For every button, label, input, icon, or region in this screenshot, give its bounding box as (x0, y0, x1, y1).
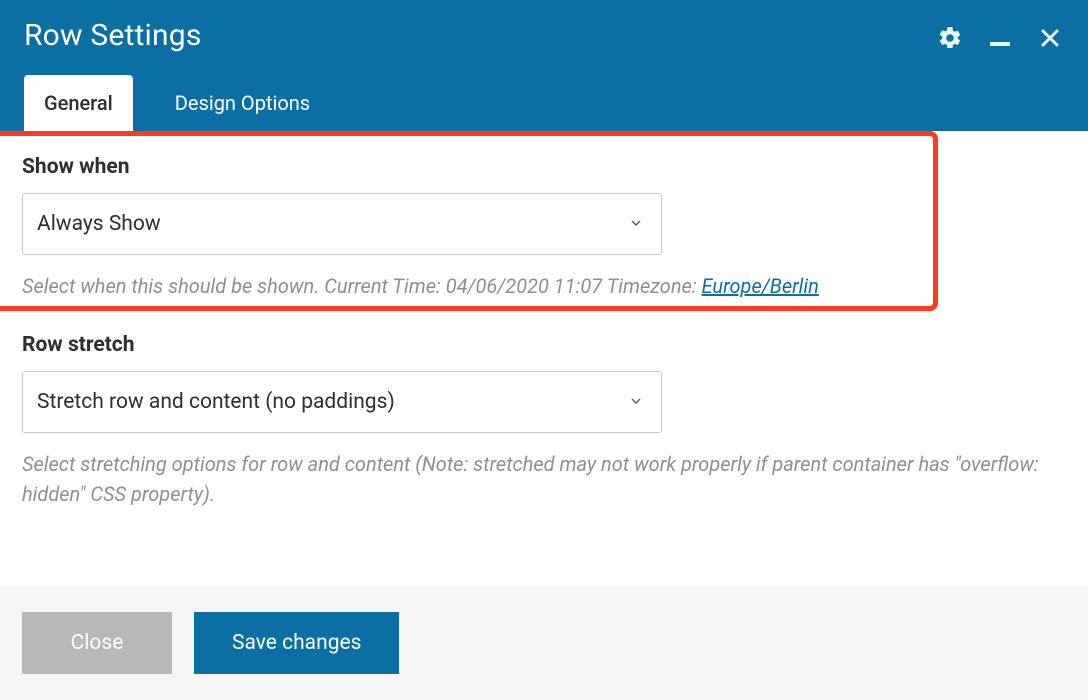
row-settings-panel: Row Settings General Design Options Show… (0, 0, 1088, 700)
row-stretch-select[interactable]: Stretch row and content (no paddings) (22, 371, 662, 433)
panel-header: Row Settings General Design Options (0, 0, 1088, 131)
show-when-help-text: Select when this should be shown. Curren… (22, 271, 1066, 301)
show-when-select[interactable]: Always Show (22, 193, 662, 255)
row-stretch-select-wrap: Stretch row and content (no paddings) (22, 371, 662, 433)
row-stretch-help-text: Select stretching options for row and co… (22, 449, 1066, 509)
close-icon[interactable] (1036, 24, 1064, 52)
close-button[interactable]: Close (22, 612, 172, 674)
row-stretch-label: Row stretch (22, 333, 1066, 357)
settings-gear-icon[interactable] (936, 24, 964, 52)
timezone-link[interactable]: Europe/Berlin (702, 274, 819, 298)
panel-footer: Close Save changes (0, 586, 1088, 700)
minimize-icon[interactable] (986, 24, 1014, 52)
save-changes-button[interactable]: Save changes (194, 612, 399, 674)
header-actions (936, 24, 1064, 52)
show-when-help-prefix: Select when this should be shown. Curren… (22, 274, 702, 298)
show-when-select-wrap: Always Show (22, 193, 662, 255)
panel-title: Row Settings (24, 18, 1064, 53)
field-row-stretch: Row stretch Stretch row and content (no … (22, 333, 1066, 509)
field-show-when: Show when Always Show Select when this s… (22, 155, 1066, 301)
tab-design-options[interactable]: Design Options (155, 75, 330, 131)
panel-body: Show when Always Show Select when this s… (0, 131, 1088, 586)
tab-bar: General Design Options (24, 75, 1064, 131)
tab-general[interactable]: General (24, 75, 133, 131)
show-when-label: Show when (22, 155, 1066, 179)
